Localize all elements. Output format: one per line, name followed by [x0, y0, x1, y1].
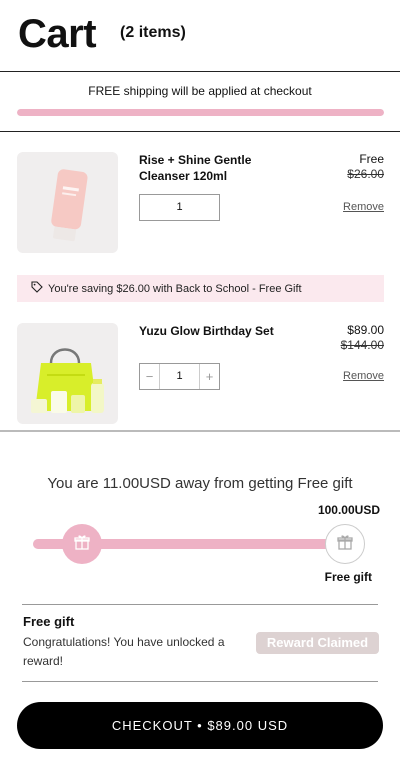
- shipping-message: FREE shipping will be applied at checkou…: [88, 84, 312, 98]
- gift-icon: [73, 533, 91, 556]
- sale-price: Free: [359, 152, 384, 166]
- quantity-input[interactable]: 1: [160, 364, 199, 389]
- remove-button[interactable]: Remove: [343, 201, 384, 213]
- free-gift-description: Congratulations! You have unlocked a rew…: [23, 635, 225, 668]
- checkout-button[interactable]: CHECKOUT • $89.00 USD: [17, 702, 383, 749]
- sale-price: $89.00: [347, 323, 384, 337]
- saving-text: You're saving $26.00 with Back to School…: [48, 282, 302, 295]
- remove-button[interactable]: Remove: [343, 370, 384, 382]
- gift-goal-label: Free gift: [324, 570, 372, 584]
- compare-price: $26.00: [347, 167, 384, 181]
- shipping-progress-fill: [17, 109, 384, 116]
- product-name[interactable]: Yuzu Glow Birthday Set: [139, 323, 289, 339]
- compare-price: $144.00: [340, 338, 384, 352]
- saving-banner: You're saving $26.00 with Back to School…: [17, 275, 384, 302]
- cart-header: Cart (2 items): [18, 12, 186, 57]
- shipping-progress-bar: [17, 109, 384, 116]
- divider: [22, 681, 378, 682]
- divider: [0, 71, 400, 72]
- divider: [0, 430, 400, 432]
- page-title: Cart: [18, 12, 97, 56]
- item-count: (2 items): [120, 24, 186, 41]
- product-image-yuzu-set[interactable]: [17, 323, 118, 424]
- product-image-cleanser[interactable]: [17, 152, 118, 253]
- free-gift-title: Free gift: [23, 614, 75, 629]
- decrease-quantity-button[interactable]: −: [140, 364, 160, 389]
- reward-claimed-button[interactable]: Reward Claimed: [256, 632, 379, 654]
- gift-progress-headline: You are 11.00USD away from getting Free …: [47, 475, 353, 492]
- product-name[interactable]: Rise + Shine Gentle Cleanser 120ml: [139, 152, 289, 184]
- divider: [22, 604, 378, 605]
- tag-icon: [31, 281, 48, 296]
- gift-goal-amount: 100.00USD: [317, 503, 380, 517]
- product-price: $89.00 $144.00: [341, 323, 384, 353]
- gift-progress-start-node: [62, 524, 102, 564]
- product-price: Free $26.00: [347, 152, 384, 182]
- gift-icon: [336, 533, 354, 556]
- quantity-stepper: − 1 +: [139, 363, 220, 390]
- gift-progress-goal-node: [325, 524, 365, 564]
- quantity-input[interactable]: 1: [139, 194, 220, 221]
- divider: [0, 131, 400, 132]
- increase-quantity-button[interactable]: +: [199, 364, 219, 389]
